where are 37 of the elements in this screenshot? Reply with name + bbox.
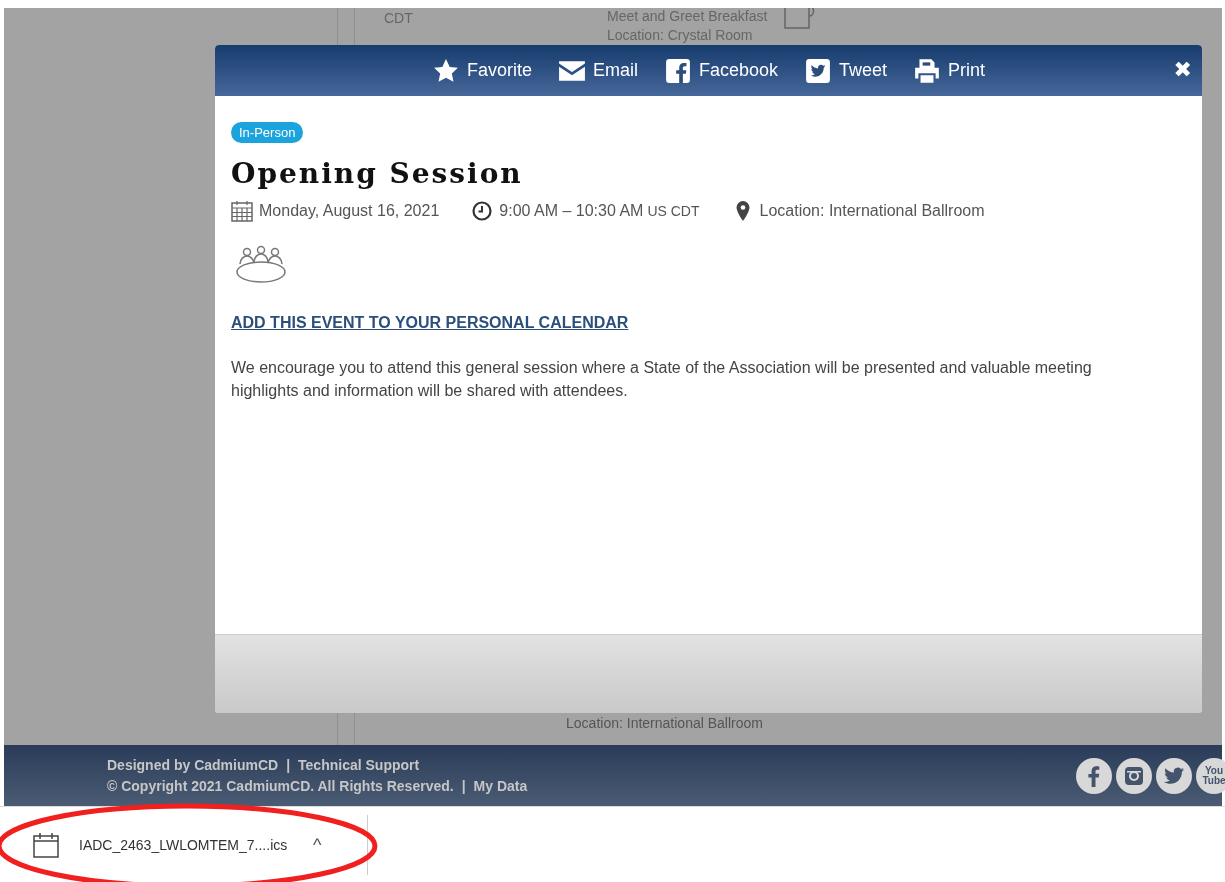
calendar-file-icon <box>33 832 59 858</box>
copyright-text: © Copyright 2021 CadmiumCD. All Rights Reserved. <box>107 778 454 794</box>
event-description: We encourage you to attend this general session where a State of the Association will be presented and valuable meeting highlights and information will be shared with attendees. <box>231 358 1093 401</box>
separator-text: | <box>461 778 466 794</box>
session-location: Location: International Ballroom <box>565 715 764 733</box>
favorite-button[interactable]: Favorite <box>431 57 532 84</box>
twitter-icon[interactable] <box>1156 757 1192 794</box>
clock-icon <box>471 200 494 222</box>
add-to-calendar-link[interactable]: ADD THIS EVENT TO YOUR PERSONAL CALENDAR <box>231 314 629 332</box>
download-file-name: IADC_2463_LWLOMTEM_7....ics <box>79 837 289 853</box>
youtube-icon[interactable]: You Tube <box>1196 757 1225 794</box>
event-time: 9:00 AM – 10:30 AM <box>499 202 644 220</box>
time-zone-text: US CDT <box>647 203 700 219</box>
event-title: Opening Session <box>231 157 523 190</box>
caret-button[interactable]: ^ <box>313 834 322 856</box>
designer-credit: Designed by CadmiumCD <box>107 757 279 773</box>
event-date: Monday, August 16, 2021 <box>259 202 440 220</box>
instagram-icon[interactable] <box>1116 757 1152 794</box>
facebook-icon[interactable] <box>1076 757 1112 794</box>
close-button[interactable]: ✖ <box>1173 57 1192 82</box>
separator-text: | <box>286 757 291 773</box>
facebook-icon <box>663 57 692 84</box>
twitter-icon <box>804 57 833 84</box>
meeting-table-icon <box>235 244 287 284</box>
event-location: Location: International Ballroom <box>759 202 985 220</box>
facebook-button[interactable]: Facebook <box>663 57 779 84</box>
session-location: Location: Crystal Room <box>607 27 754 43</box>
calendar-icon <box>231 200 253 222</box>
support-link[interactable]: Technical Support <box>298 757 420 773</box>
print-button[interactable]: Print <box>913 57 986 84</box>
email-button[interactable]: Email <box>557 57 638 84</box>
printer-icon <box>913 57 942 84</box>
event-type-badge: In-Person <box>231 122 304 143</box>
my-data-link[interactable]: My Data <box>473 778 528 794</box>
twitter-button[interactable]: Tweet <box>804 57 888 84</box>
time-zone-text: CDT <box>384 10 414 26</box>
session-title: Meet and Greet Breakfast <box>607 8 768 24</box>
